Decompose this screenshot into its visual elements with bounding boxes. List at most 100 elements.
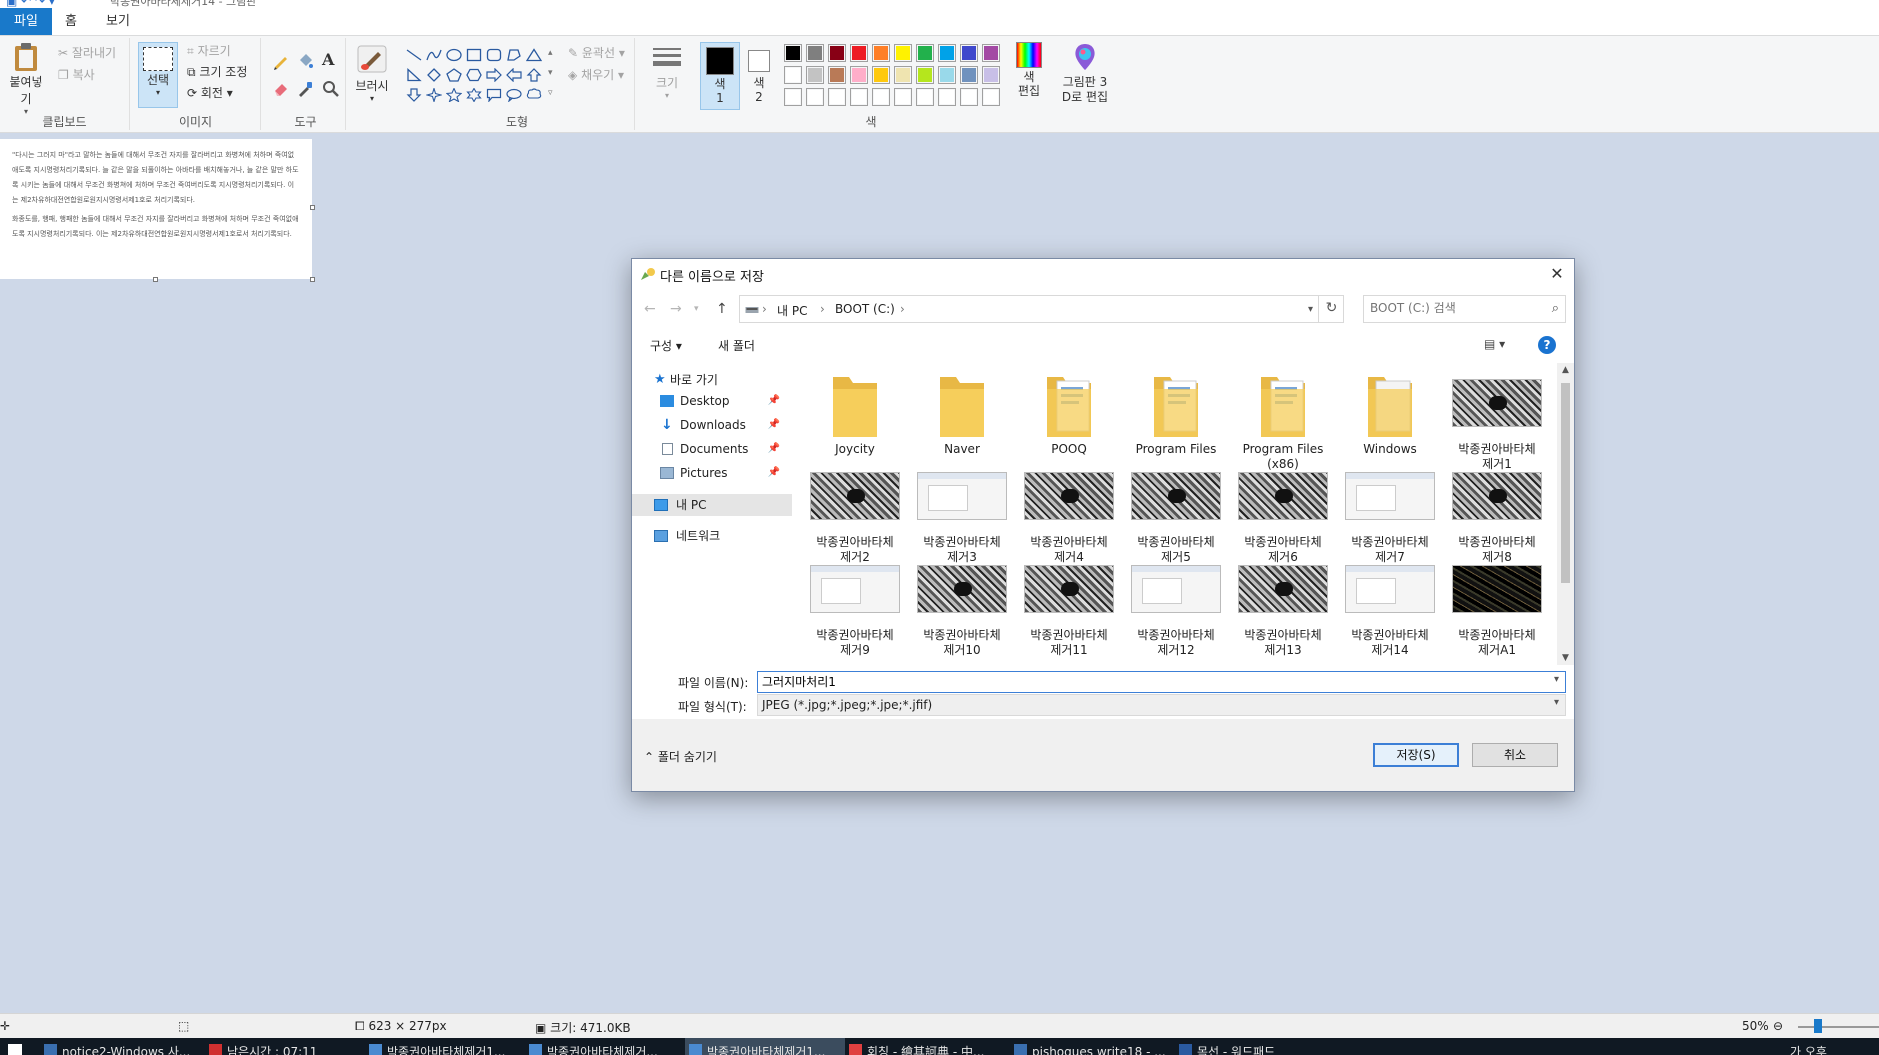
color2-button[interactable]: 색 2 — [744, 42, 774, 110]
taskbar-item[interactable]: 박종권아바타체제거... — [525, 1038, 685, 1055]
custom-color-swatch[interactable] — [938, 88, 956, 106]
up-arrow-icon[interactable]: ↑ — [716, 301, 728, 317]
palette-swatch[interactable] — [894, 66, 912, 84]
shapes-expand[interactable]: ▿ — [548, 88, 553, 98]
hide-folders-button[interactable]: ⌃ 폴더 숨기기 — [644, 748, 717, 765]
folder-item[interactable]: POOQ — [1016, 365, 1122, 459]
rectangle-shape-icon[interactable] — [466, 48, 482, 62]
fill-button[interactable]: ◈ 채우기 ▾ — [568, 66, 624, 83]
size-button[interactable]: 크기 ▾ — [650, 46, 684, 100]
palette-swatch[interactable] — [828, 66, 846, 84]
palette-swatch[interactable] — [982, 44, 1000, 62]
rotate-button[interactable]: ⟳ 회전 ▾ — [187, 84, 233, 101]
brush-button[interactable]: 브러시 ▾ — [352, 44, 392, 103]
taskbar-item[interactable]: notice2-Windows 사... — [40, 1038, 200, 1055]
curve-shape-icon[interactable] — [426, 48, 442, 62]
right-triangle-shape-icon[interactable] — [406, 68, 422, 82]
organize-button[interactable]: 구성 ▾ — [650, 337, 682, 354]
filename-field[interactable]: ▾ — [757, 671, 1566, 693]
color-picker-icon[interactable] — [296, 80, 314, 98]
resize-button[interactable]: ⧉ 크기 조정 — [187, 63, 247, 80]
shapes-scroll-up[interactable]: ▴ — [548, 48, 553, 58]
palette-swatch[interactable] — [982, 66, 1000, 84]
zoom-slider-thumb[interactable] — [1814, 1019, 1822, 1033]
folder-item[interactable]: Naver — [909, 365, 1015, 459]
folder-item[interactable]: Windows — [1337, 365, 1443, 459]
pentagon-shape-icon[interactable] — [446, 68, 462, 82]
nav-quick-access[interactable]: ★ 바로 가기 — [632, 369, 792, 391]
refresh-icon[interactable]: ↻ — [1318, 295, 1344, 323]
zoom-out-icon[interactable]: ⊖ — [1773, 1019, 1783, 1033]
address-bar[interactable]: › 내 PC › BOOT (C:) › ▾ — [739, 295, 1344, 323]
custom-color-swatch[interactable] — [872, 88, 890, 106]
resize-handle-bottom[interactable] — [153, 277, 158, 282]
nav-downloads[interactable]: ↓ Downloads 📌 — [632, 414, 792, 436]
palette-swatch[interactable] — [784, 44, 802, 62]
breadcrumb-drive[interactable]: BOOT (C:) — [835, 302, 895, 316]
rect-callout-shape-icon[interactable] — [486, 88, 502, 103]
file-item[interactable]: 박종권아바타체 제거3 — [909, 458, 1015, 564]
custom-color-swatch[interactable] — [894, 88, 912, 106]
down-arrow-shape-icon[interactable] — [406, 88, 422, 102]
triangle-shape-icon[interactable] — [525, 48, 543, 62]
taskbar-item[interactable]: 박종권아바타체제거1... — [365, 1038, 525, 1055]
copy-button[interactable]: ❐ 복사 — [58, 66, 95, 83]
custom-color-swatch[interactable] — [982, 88, 1000, 106]
palette-swatch[interactable] — [938, 44, 956, 62]
pencil-icon[interactable] — [272, 52, 290, 70]
custom-color-swatch[interactable] — [828, 88, 846, 106]
scrollbar-thumb[interactable] — [1561, 383, 1570, 583]
filename-input[interactable] — [762, 674, 1532, 688]
select-button[interactable]: 선택 ▾ — [138, 42, 178, 108]
palette-swatch[interactable] — [960, 66, 978, 84]
magnifier-icon[interactable] — [322, 80, 340, 98]
back-arrow-icon[interactable]: ← — [644, 301, 656, 317]
file-item[interactable]: 박종권아바타체 제거6 — [1230, 458, 1336, 564]
edit-colors-button[interactable]: 색 편집 — [1012, 42, 1046, 98]
tab-view[interactable]: 보기 — [97, 8, 139, 35]
palette-swatch[interactable] — [872, 66, 890, 84]
file-item[interactable]: 박종권아바타체 제거10 — [909, 551, 1015, 657]
hexagon-shape-icon[interactable] — [466, 68, 482, 82]
color1-button[interactable]: 색 1 — [700, 42, 740, 110]
file-item[interactable]: 박종권아바타체 제거A1 — [1444, 551, 1550, 657]
resize-handle-corner[interactable] — [310, 277, 315, 282]
help-icon[interactable]: ? — [1538, 336, 1556, 354]
file-item[interactable]: 박종권아바타체 제거12 — [1123, 551, 1229, 657]
file-item[interactable]: 박종권아바타체 제거11 — [1016, 551, 1122, 657]
taskbar-item[interactable]: 박종권아바타체제거1... — [685, 1038, 845, 1055]
folder-item[interactable]: Program Files (x86) — [1230, 365, 1336, 471]
file-item[interactable]: 박종권아바타체 제거8 — [1444, 458, 1550, 564]
palette-swatch[interactable] — [916, 66, 934, 84]
file-item[interactable]: 박종권아바타체 제거9 — [802, 551, 908, 657]
left-arrow-shape-icon[interactable] — [506, 67, 522, 83]
scroll-down-icon[interactable]: ▼ — [1557, 653, 1574, 663]
right-arrow-shape-icon[interactable] — [486, 67, 502, 83]
taskbar-item[interactable]: 목선 - 워드패드 — [1175, 1038, 1335, 1055]
folder-item[interactable]: Program Files — [1123, 365, 1229, 459]
file-item[interactable]: 박종권아바타체 제거7 — [1337, 458, 1443, 564]
tab-file[interactable]: 파일 — [0, 8, 52, 35]
custom-color-swatch[interactable] — [916, 88, 934, 106]
zoom-slider[interactable] — [1798, 1026, 1879, 1028]
custom-color-swatch[interactable] — [850, 88, 868, 106]
new-folder-button[interactable]: 새 폴더 — [718, 337, 755, 354]
up-arrow-shape-icon[interactable] — [526, 68, 542, 82]
cancel-button[interactable]: 취소 — [1472, 743, 1558, 767]
paint-canvas[interactable]: "다시는 그러지 마"라고 말하는 놈들에 대해서 무조건 자지를 잘라버리고 … — [0, 139, 315, 282]
nav-desktop[interactable]: Desktop 📌 — [632, 390, 792, 412]
five-point-star-shape-icon[interactable] — [445, 87, 463, 103]
save-button[interactable]: 저장(S) — [1373, 743, 1459, 767]
filetype-select[interactable]: JPEG (*.jpg;*.jpeg;*.jpe;*.jfif) ▾ — [757, 694, 1566, 716]
file-item[interactable]: 박종권아바타체 제거2 — [802, 458, 908, 564]
cloud-callout-shape-icon[interactable] — [526, 88, 542, 102]
palette-swatch[interactable] — [894, 44, 912, 62]
view-options-button[interactable]: ▤ ▾ — [1484, 337, 1505, 351]
search-input[interactable] — [1370, 301, 1530, 315]
file-item[interactable]: 박종권아바타체 제거14 — [1337, 551, 1443, 657]
taskbar-item[interactable]: 남은시간 : 07:11 — [205, 1038, 365, 1055]
file-list-scrollbar[interactable]: ▲ ▼ — [1557, 363, 1574, 665]
outline-button[interactable]: ✎ 윤곽선 ▾ — [568, 44, 625, 61]
diamond-shape-icon[interactable] — [426, 68, 442, 82]
palette-swatch[interactable] — [916, 44, 934, 62]
